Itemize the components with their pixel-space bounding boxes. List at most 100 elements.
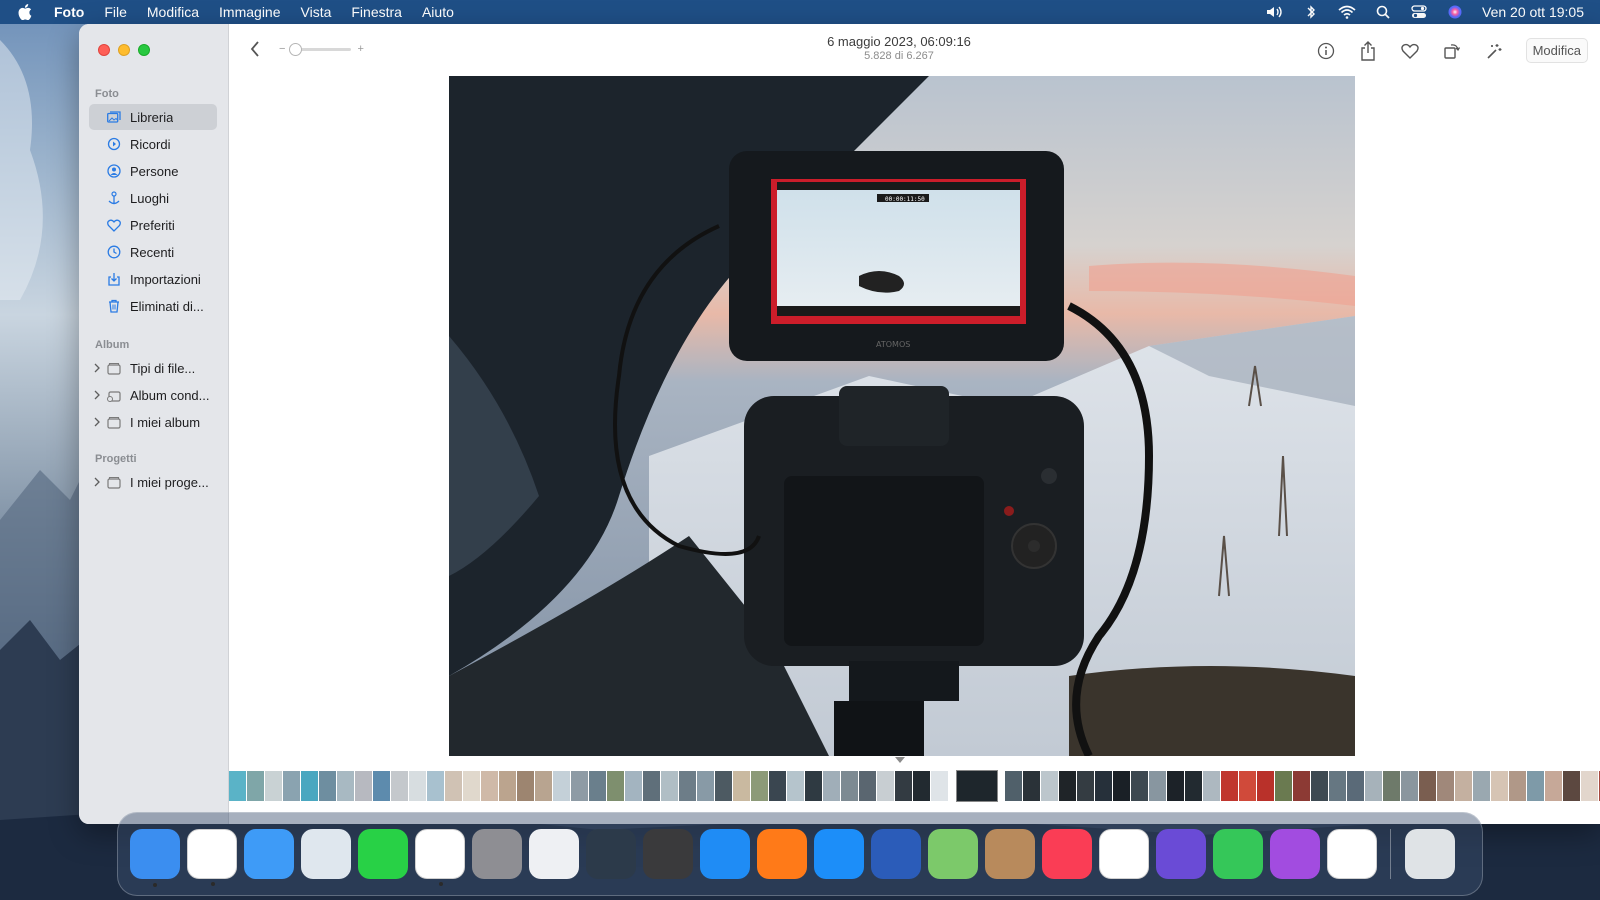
- filmstrip-thumbnail[interactable]: [1275, 771, 1292, 801]
- chevron-right-icon[interactable]: [94, 363, 102, 373]
- filmstrip-thumbnail[interactable]: [1545, 771, 1562, 801]
- filmstrip-thumbnail[interactable]: [913, 771, 930, 801]
- wifi-icon[interactable]: [1338, 4, 1356, 20]
- filmstrip-thumbnail[interactable]: [1455, 771, 1472, 801]
- filmstrip-thumbnail[interactable]: [1365, 771, 1382, 801]
- facetime-icon[interactable]: [1212, 829, 1263, 879]
- filmstrip-thumbnail[interactable]: [769, 771, 786, 801]
- sidebar-item-eliminati[interactable]: Eliminati di...: [89, 293, 217, 319]
- sidebar-item-persone[interactable]: Persone: [89, 158, 217, 184]
- system-settings-icon[interactable]: [471, 829, 522, 879]
- filmstrip-thumbnail[interactable]: [571, 771, 588, 801]
- music-icon[interactable]: [1041, 829, 1092, 879]
- menu-vista[interactable]: Vista: [301, 4, 332, 20]
- filmstrip-thumbnail[interactable]: [283, 771, 300, 801]
- chevron-right-icon[interactable]: [94, 477, 102, 487]
- filmstrip-thumbnail[interactable]: [877, 771, 894, 801]
- chevron-right-icon[interactable]: [94, 390, 102, 400]
- bluetooth-icon[interactable]: [1302, 4, 1320, 20]
- filmstrip-thumbnail[interactable]: [841, 771, 858, 801]
- filmstrip-thumbnail[interactable]: [445, 771, 462, 801]
- volume-icon[interactable]: [1266, 4, 1284, 20]
- info-icon[interactable]: [1316, 41, 1336, 61]
- filmstrip-thumbnail[interactable]: [265, 771, 282, 801]
- filmstrip-thumbnail[interactable]: [391, 771, 408, 801]
- filmstrip-thumbnail[interactable]: [1077, 771, 1094, 801]
- favorite-heart-icon[interactable]: [1400, 41, 1420, 61]
- spotlight-icon[interactable]: [1374, 4, 1392, 20]
- sidebar-item-importazioni[interactable]: Importazioni: [89, 266, 217, 292]
- back-icon[interactable]: [249, 40, 263, 58]
- zoom-knob[interactable]: [289, 42, 303, 56]
- filmstrip-thumbnail[interactable]: [607, 771, 624, 801]
- filmstrip-thumbnail[interactable]: [247, 771, 264, 801]
- filmstrip-thumbnail[interactable]: [1311, 771, 1328, 801]
- preview-icon[interactable]: [300, 829, 351, 879]
- filmstrip-thumbnail[interactable]: [553, 771, 570, 801]
- filmstrip-thumbnail[interactable]: [1221, 771, 1238, 801]
- filmstrip-thumbnail[interactable]: [355, 771, 372, 801]
- filmstrip-thumbnail[interactable]: [229, 771, 246, 801]
- filmstrip-thumbnail[interactable]: [643, 771, 660, 801]
- sidebar-item-recenti[interactable]: Recenti: [89, 239, 217, 265]
- sidebar-item-libreria[interactable]: Libreria: [89, 104, 217, 130]
- reminders-icon[interactable]: [1098, 829, 1149, 879]
- filmstrip-thumbnail[interactable]: [1527, 771, 1544, 801]
- app-store-icon[interactable]: [813, 829, 864, 879]
- menu-aiuto[interactable]: Aiuto: [422, 4, 454, 20]
- filmstrip-thumbnail[interactable]: [1491, 771, 1508, 801]
- filmstrip-thumbnail[interactable]: [1239, 771, 1256, 801]
- filmstrip-thumbnail[interactable]: [535, 771, 552, 801]
- menu-file[interactable]: File: [104, 4, 127, 20]
- quicktime-icon[interactable]: [585, 829, 636, 879]
- firefox-icon[interactable]: [756, 829, 807, 879]
- main-photo[interactable]: 00:00:11:50 ATOMOS: [449, 76, 1355, 756]
- filmstrip-thumbnail[interactable]: [679, 771, 696, 801]
- filmstrip-thumbnail[interactable]: [1581, 771, 1598, 801]
- menu-app-name[interactable]: Foto: [54, 4, 84, 20]
- sidebar-item-ricordi[interactable]: Ricordi: [89, 131, 217, 157]
- sidebar-item-i-miei-progetti[interactable]: I miei proge...: [89, 469, 217, 495]
- filmstrip-thumbnail[interactable]: [895, 771, 912, 801]
- filmstrip-thumbnail[interactable]: [625, 771, 642, 801]
- filmstrip-thumbnail[interactable]: [1023, 771, 1040, 801]
- trash-icon[interactable]: [1404, 829, 1455, 879]
- contacts-icon[interactable]: [984, 829, 1035, 879]
- filmstrip-thumbnail[interactable]: [661, 771, 678, 801]
- word-icon[interactable]: [870, 829, 921, 879]
- filmstrip-thumbnail[interactable]: [1437, 771, 1454, 801]
- zoom-track[interactable]: [289, 42, 352, 56]
- safari-icon[interactable]: [699, 829, 750, 879]
- calculator-icon[interactable]: [642, 829, 693, 879]
- auto-enhance-icon[interactable]: [1484, 41, 1504, 61]
- sidebar-item-i-miei-album[interactable]: I miei album: [89, 409, 217, 435]
- filmstrip-thumbnail[interactable]: [751, 771, 768, 801]
- photos-icon[interactable]: [414, 829, 465, 886]
- filmstrip[interactable]: [229, 766, 1600, 806]
- menu-finestra[interactable]: Finestra: [351, 4, 402, 20]
- filmstrip-thumbnail[interactable]: [1419, 771, 1436, 801]
- control-center-icon[interactable]: [1410, 4, 1428, 20]
- imovie-icon[interactable]: [1155, 829, 1206, 879]
- filmstrip-thumbnail[interactable]: [787, 771, 804, 801]
- share-icon[interactable]: [1358, 40, 1378, 61]
- filmstrip-thumbnail[interactable]: [1329, 771, 1346, 801]
- edit-button[interactable]: Modifica: [1525, 38, 1588, 63]
- sidebar-item-album-condivisi[interactable]: Album cond...: [89, 382, 217, 408]
- minimize-button[interactable]: [118, 44, 130, 56]
- filmstrip-thumbnail[interactable]: [1401, 771, 1418, 801]
- filmstrip-thumbnail[interactable]: [589, 771, 606, 801]
- maps-icon[interactable]: [927, 829, 978, 879]
- filmstrip-thumbnail[interactable]: [1473, 771, 1490, 801]
- filmstrip-thumbnail[interactable]: [1149, 771, 1166, 801]
- vlc-icon[interactable]: [1326, 829, 1377, 879]
- filmstrip-thumbnail[interactable]: [409, 771, 426, 801]
- filmstrip-thumbnail[interactable]: [1005, 771, 1022, 801]
- whatsapp-icon[interactable]: [357, 829, 408, 879]
- filmstrip-thumbnail[interactable]: [337, 771, 354, 801]
- filmstrip-thumbnail[interactable]: [1203, 771, 1220, 801]
- menu-immagine[interactable]: Immagine: [219, 4, 280, 20]
- siri-icon[interactable]: [1446, 4, 1464, 20]
- filmstrip-thumbnail[interactable]: [1131, 771, 1148, 801]
- sidebar-item-tipi-di-file[interactable]: Tipi di file...: [89, 355, 217, 381]
